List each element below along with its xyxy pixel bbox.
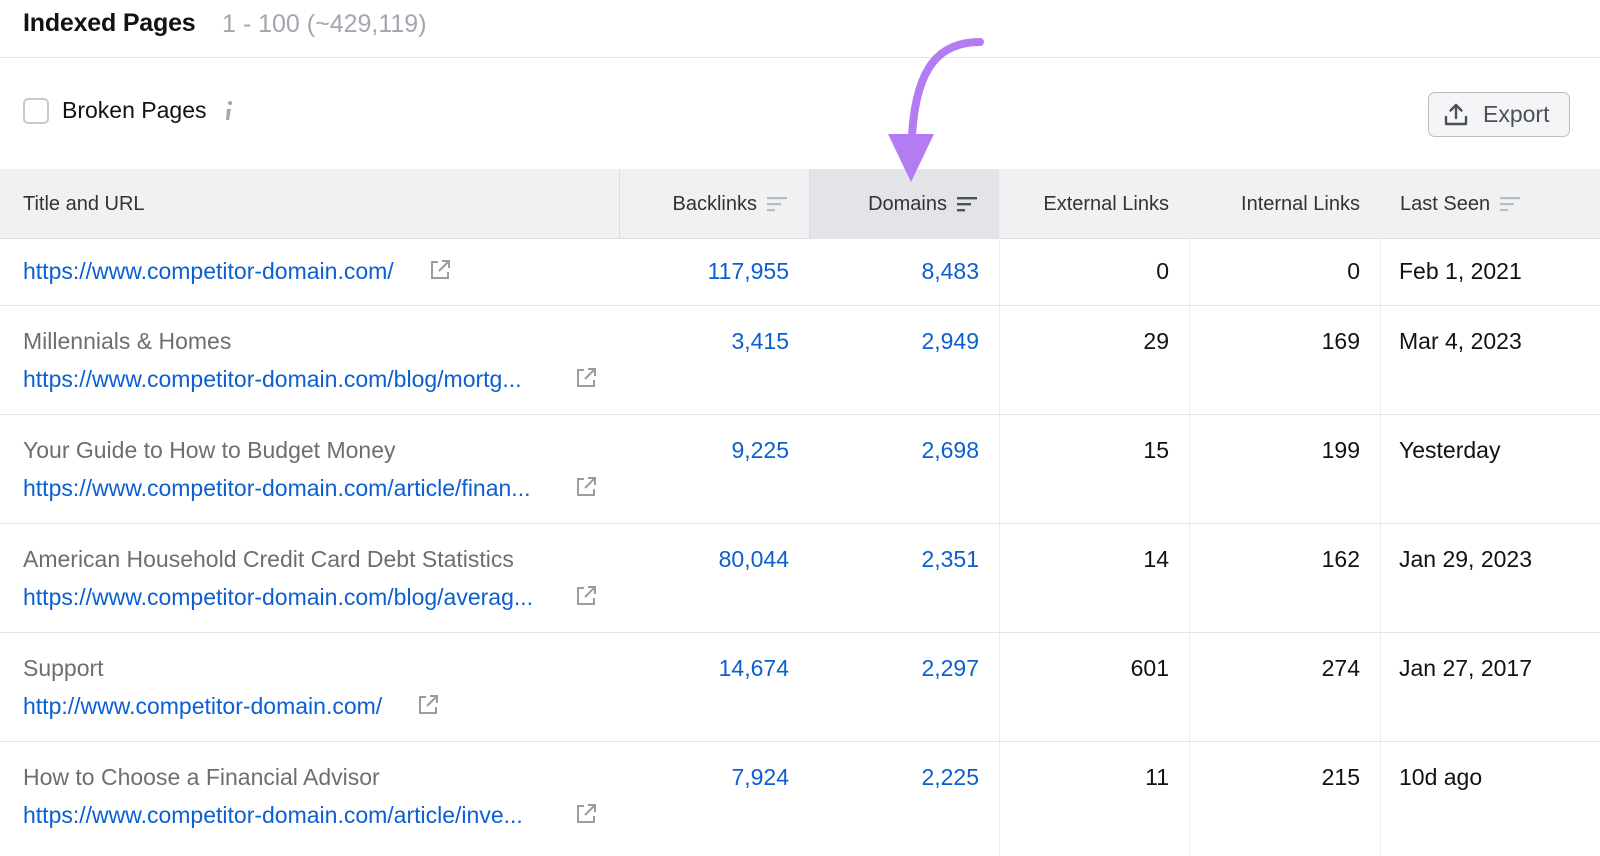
external-links-value: 14 (1143, 546, 1169, 572)
external-links-value: 601 (1130, 655, 1169, 681)
last-seen-value: Jan 29, 2023 (1399, 546, 1533, 572)
sort-active-icon (957, 197, 977, 212)
backlinks-value[interactable]: 7,924 (619, 764, 789, 791)
column-header-title-url[interactable]: Title and URL (0, 169, 619, 239)
backlinks-value[interactable]: 117,955 (619, 258, 789, 285)
page-url-link[interactable]: https://www.competitor-domain.com/articl… (23, 802, 523, 829)
last-seen-value: 10d ago (1399, 764, 1483, 790)
external-link-icon[interactable] (574, 584, 598, 608)
annotation-arrow-icon (888, 38, 984, 182)
table-header: Title and URL Backlinks Domains External… (0, 169, 1600, 239)
external-links-value: 15 (1143, 437, 1169, 463)
external-link-icon[interactable] (428, 258, 452, 282)
external-link-icon[interactable] (574, 366, 598, 390)
broken-pages-label[interactable]: Broken Pages (62, 97, 206, 124)
external-links-value: 29 (1143, 328, 1169, 354)
page-title-text: American Household Credit Card Debt Stat… (23, 546, 514, 572)
internal-links-value: 0 (1347, 258, 1360, 284)
domains-value[interactable]: 8,483 (809, 258, 979, 285)
table-row: https://www.competitor-domain.com/ 117,9… (0, 239, 1600, 306)
page-title-text: Millennials & Homes (23, 328, 232, 354)
page-url-link[interactable]: http://www.competitor-domain.com/ (23, 693, 382, 720)
external-links-value: 0 (1156, 258, 1169, 284)
internal-links-value: 169 (1321, 328, 1360, 354)
external-link-icon[interactable] (574, 475, 598, 499)
page-url-link[interactable]: https://www.competitor-domain.com/articl… (23, 475, 530, 502)
external-link-icon[interactable] (416, 693, 440, 717)
column-header-internal-links[interactable]: Internal Links (1189, 169, 1380, 239)
info-icon[interactable] (222, 99, 236, 123)
column-header-external-links[interactable]: External Links (999, 169, 1189, 239)
column-header-last-seen[interactable]: Last Seen (1380, 169, 1600, 239)
external-link-icon[interactable] (574, 802, 598, 826)
broken-pages-checkbox[interactable] (23, 98, 49, 124)
backlinks-value[interactable]: 9,225 (619, 437, 789, 464)
internal-links-value: 199 (1321, 437, 1360, 463)
sort-icon (1500, 197, 1521, 212)
page-url-link[interactable]: https://www.competitor-domain.com/blog/a… (23, 584, 533, 611)
domains-value[interactable]: 2,225 (809, 764, 979, 791)
page-title: Indexed Pages (23, 9, 196, 37)
table-row: Support http://www.competitor-domain.com… (0, 633, 1600, 742)
table-row: How to Choose a Financial Advisor https:… (0, 742, 1600, 856)
export-button[interactable]: Export (1428, 92, 1570, 137)
page-title-text: Support (23, 655, 104, 681)
domains-value[interactable]: 2,698 (809, 437, 979, 464)
last-seen-value: Mar 4, 2023 (1399, 328, 1522, 354)
last-seen-value: Jan 27, 2017 (1399, 655, 1533, 681)
upload-icon (1444, 103, 1468, 125)
backlinks-value[interactable]: 14,674 (619, 655, 789, 682)
domains-value[interactable]: 2,297 (809, 655, 979, 682)
page-title-text: Your Guide to How to Budget Money (23, 437, 396, 463)
result-count: 1 - 100 (~429,119) (222, 10, 427, 38)
domains-value[interactable]: 2,351 (809, 546, 979, 573)
title-bar: Indexed Pages 1 - 100 (~429,119) (0, 0, 1600, 58)
table-row: Your Guide to How to Budget Money https:… (0, 415, 1600, 524)
backlinks-value[interactable]: 80,044 (619, 546, 789, 573)
internal-links-value: 274 (1321, 655, 1360, 681)
internal-links-value: 215 (1321, 764, 1360, 790)
page-url-link[interactable]: https://www.competitor-domain.com/blog/m… (23, 366, 522, 393)
sort-icon (767, 197, 787, 212)
backlinks-value[interactable]: 3,415 (619, 328, 789, 355)
table-row: American Household Credit Card Debt Stat… (0, 524, 1600, 633)
page-url-link[interactable]: https://www.competitor-domain.com/ (23, 258, 394, 285)
last-seen-value: Yesterday (1399, 437, 1501, 463)
page-title-text: How to Choose a Financial Advisor (23, 764, 380, 790)
internal-links-value: 162 (1321, 546, 1360, 572)
table-row: Millennials & Homes https://www.competit… (0, 306, 1600, 415)
export-label: Export (1483, 101, 1550, 127)
last-seen-value: Feb 1, 2021 (1399, 258, 1522, 284)
external-links-value: 11 (1145, 764, 1169, 790)
column-header-backlinks[interactable]: Backlinks (619, 169, 809, 239)
domains-value[interactable]: 2,949 (809, 328, 979, 355)
